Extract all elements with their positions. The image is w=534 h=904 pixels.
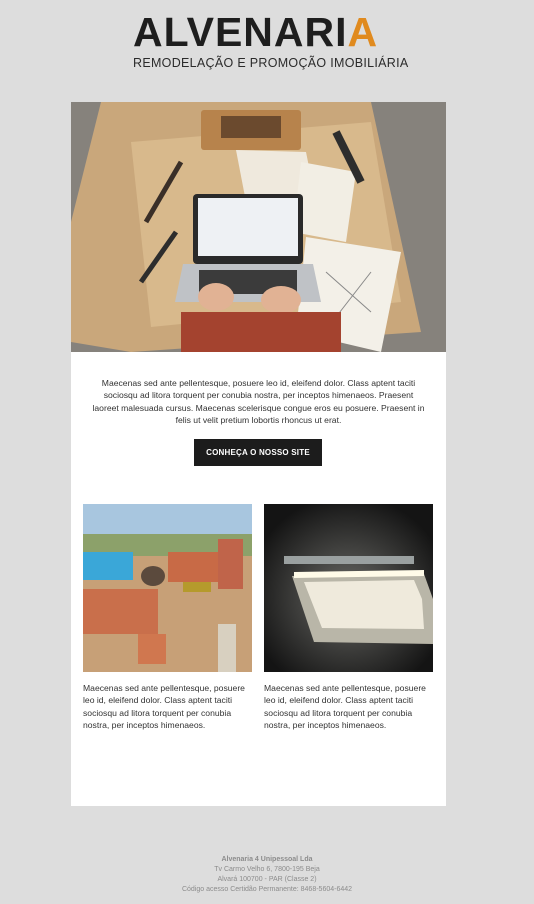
workbench-laptop-photo: [71, 102, 446, 352]
email-footer: Alvenaria 4 Unipessoal Lda Tv Carmo Velh…: [0, 855, 534, 895]
brick-construction-photo: [83, 504, 252, 672]
hero-image: [71, 102, 446, 352]
logo-accent-letter: A: [347, 9, 379, 55]
construction-image: [83, 504, 252, 672]
brand-tagline: REMODELAÇÃO E PROMOÇÃO IMOBILIÁRIA: [133, 56, 409, 70]
logo-text: ALVENARI: [133, 9, 348, 55]
pool-caption: Maecenas sed ante pellentesque, posuere …: [264, 683, 426, 731]
construction-caption: Maecenas sed ante pellentesque, posuere …: [83, 683, 245, 731]
feature-column-right: Maecenas sed ante pellentesque, posuere …: [264, 504, 433, 732]
email-header: ALVENARIA REMODELAÇÃO E PROMOÇÃO IMOBILI…: [0, 0, 534, 100]
pool-image: [264, 504, 433, 672]
feature-column-left: Maecenas sed ante pellentesque, posuere …: [83, 504, 252, 732]
footer-company: Alvenaria 4 Unipessoal Lda: [221, 856, 313, 863]
footer-certificate: Código acesso Certidão Permanente: 8468-…: [181, 886, 353, 893]
visit-site-button[interactable]: CONHEÇA O NOSSO SITE: [194, 439, 322, 466]
intro-paragraph: Maecenas sed ante pellentesque, posuere …: [92, 378, 425, 426]
footer-address: Tv Carmo Velho 6, 7800-195 Beja: [214, 866, 320, 873]
brand-logo[interactable]: ALVENARIA: [133, 10, 378, 54]
email-card: Maecenas sed ante pellentesque, posuere …: [71, 102, 446, 806]
footer-license: Alvará 100700 - PAR (Classe 2): [217, 876, 317, 883]
lit-pool-night-photo: [264, 504, 433, 672]
